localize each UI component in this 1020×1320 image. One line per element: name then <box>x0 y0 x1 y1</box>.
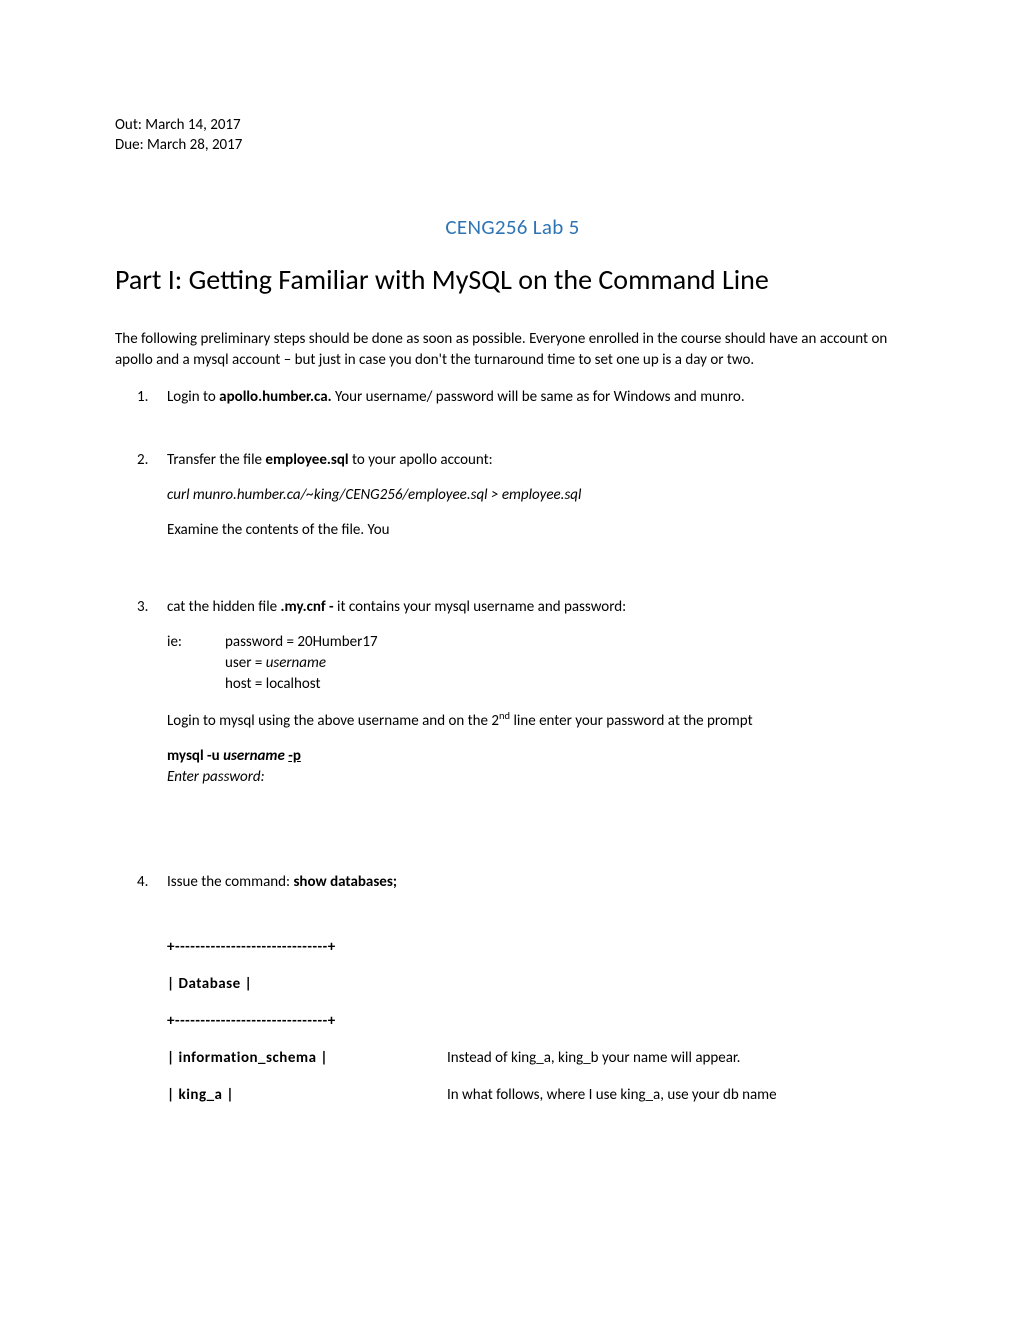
part-title: Part I: Getting Familiar with MySQL on t… <box>115 262 910 297</box>
step-number: 1. <box>137 387 148 408</box>
password-prompt: Enter password: <box>167 767 910 788</box>
steps-list: 1. Login to apollo.humber.ca. Your usern… <box>115 387 910 1106</box>
filename: .my.cnf - <box>281 598 334 616</box>
step-4: 4. Issue the command: show databases; +-… <box>137 872 910 1106</box>
db-output-row: | information_schema | Instead of king_a… <box>167 1048 910 1069</box>
login-instruction: Login to mysql using the above username … <box>167 709 910 732</box>
config-line: host = localhost <box>167 674 910 695</box>
config-line: ie:password = 20Humber17 <box>167 632 910 653</box>
mysql-command: mysql -u username -p <box>167 746 910 767</box>
text: Your username/ password will be same as … <box>332 388 745 406</box>
step-2: 2. Transfer the file employee.sql to you… <box>137 450 910 583</box>
sql-command: show databases; <box>293 873 397 891</box>
text: Transfer the file <box>167 451 265 469</box>
db-output-row: | king_a | In what follows, where I use … <box>167 1085 910 1106</box>
filename: employee.sql <box>265 451 348 469</box>
step-number: 2. <box>137 450 148 471</box>
step-number: 4. <box>137 872 148 893</box>
intro-paragraph: The following preliminary steps should b… <box>115 329 910 371</box>
curl-command: curl munro.humber.ca/~king/CENG256/emplo… <box>167 485 910 506</box>
step-1: 1. Login to apollo.humber.ca. Your usern… <box>137 387 910 436</box>
text: to your apollo account: <box>349 451 493 469</box>
step-number: 3. <box>137 597 148 618</box>
due-date: Due: March 28, 2017 <box>115 135 910 155</box>
text: Login to <box>167 388 219 406</box>
config-line: user = username <box>167 653 910 674</box>
db-output-row: | Database | <box>167 974 910 995</box>
db-output-row: +------------------------------+ <box>167 1011 910 1032</box>
db-output-row: +------------------------------+ <box>167 937 910 958</box>
note: In what follows, where I use king_a, use… <box>447 1085 910 1106</box>
note: Instead of king_a, king_b your name will… <box>447 1048 910 1069</box>
step-3: 3. cat the hidden file .my.cnf - it cont… <box>137 597 910 858</box>
text: Examine the contents of the file. You <box>167 520 910 541</box>
text: cat the hidden file <box>167 598 281 616</box>
out-date: Out: March 14, 2017 <box>115 115 910 135</box>
document-title: CENG256 Lab 5 <box>115 214 910 240</box>
text: it contains your mysql username and pass… <box>334 598 627 616</box>
text: Issue the command: <box>167 873 293 891</box>
host-name: apollo.humber.ca. <box>219 388 331 406</box>
